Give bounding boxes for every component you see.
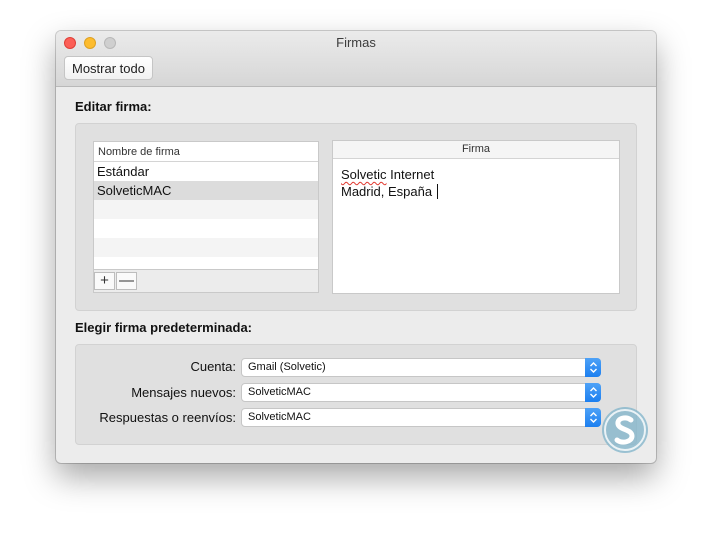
misspelled-word: Solvetic bbox=[341, 167, 387, 182]
replies-value: SolveticMAC bbox=[248, 411, 311, 423]
replies-select[interactable]: SolveticMAC bbox=[241, 408, 601, 427]
account-select[interactable]: Gmail (Solvetic) bbox=[241, 358, 601, 377]
signature-editor[interactable]: Firma Solvetic Internet Madrid, España bbox=[332, 140, 620, 294]
solvetic-logo bbox=[600, 405, 650, 455]
signature-line-1: Solvetic Internet bbox=[341, 166, 619, 183]
list-item-empty bbox=[94, 200, 318, 219]
list-item-estandar[interactable]: Estándar bbox=[94, 162, 318, 181]
edit-signature-label: Editar firma: bbox=[75, 99, 152, 114]
signature-line-1-rest: Internet bbox=[386, 167, 435, 182]
stepper-icon[interactable] bbox=[585, 383, 601, 402]
signature-line-2: Madrid, España bbox=[341, 183, 619, 200]
list-footer: + — bbox=[94, 269, 318, 292]
preferences-window: Firmas Mostrar todo Editar firma: Nombre… bbox=[56, 31, 656, 463]
signature-header: Firma bbox=[333, 141, 619, 159]
signature-name-header: Nombre de firma bbox=[94, 142, 318, 162]
stepper-icon[interactable] bbox=[585, 358, 601, 377]
new-messages-select[interactable]: SolveticMAC bbox=[241, 383, 601, 402]
replies-label: Respuestas o reenvíos: bbox=[99, 410, 236, 425]
title-bar: Firmas Mostrar todo bbox=[56, 31, 656, 87]
list-item-solveticmac[interactable]: SolveticMAC bbox=[94, 181, 318, 200]
list-item-empty bbox=[94, 219, 318, 238]
show-all-button[interactable]: Mostrar todo bbox=[64, 56, 153, 80]
account-label: Cuenta: bbox=[190, 359, 236, 374]
signature-line-2-text: Madrid, España bbox=[341, 184, 433, 199]
stepper-icon[interactable] bbox=[585, 408, 601, 427]
signature-name-list[interactable]: Nombre de firma Estándar SolveticMAC + — bbox=[93, 141, 319, 293]
signature-text[interactable]: Solvetic Internet Madrid, España bbox=[333, 159, 619, 200]
window-title: Firmas bbox=[336, 35, 376, 50]
remove-signature-button[interactable]: — bbox=[116, 272, 137, 290]
default-signature-label: Elegir firma predeterminada: bbox=[75, 320, 252, 335]
text-cursor bbox=[437, 184, 439, 199]
new-messages-value: SolveticMAC bbox=[248, 386, 311, 398]
account-value: Gmail (Solvetic) bbox=[248, 361, 326, 373]
list-item-empty bbox=[94, 238, 318, 257]
add-signature-button[interactable]: + bbox=[94, 272, 115, 290]
new-messages-label: Mensajes nuevos: bbox=[131, 385, 236, 400]
